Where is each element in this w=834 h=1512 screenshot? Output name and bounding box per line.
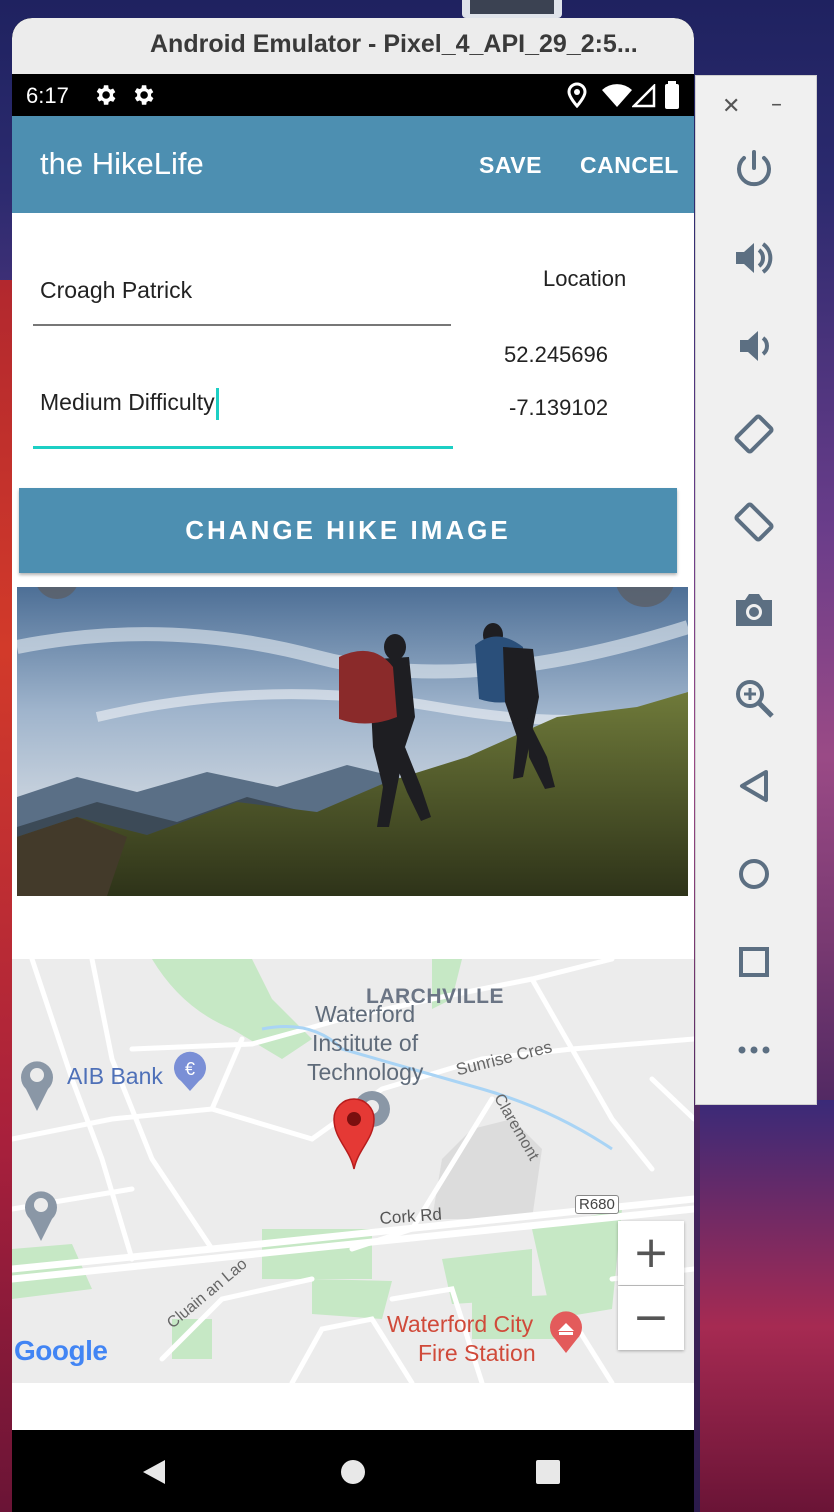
- map-label-fire-station-line1: Waterford City: [387, 1311, 534, 1337]
- signal-icon: [630, 82, 656, 113]
- zoom-icon[interactable]: [732, 676, 776, 720]
- nav-recents-icon[interactable]: [535, 1459, 561, 1490]
- overview-icon[interactable]: [732, 940, 776, 984]
- status-time: 6:17: [26, 83, 69, 108]
- save-button[interactable]: SAVE: [479, 152, 542, 179]
- settings-icon: [92, 82, 118, 113]
- map-label-r680: R680: [575, 1195, 619, 1214]
- change-hike-image-button[interactable]: CHANGE HIKE IMAGE: [19, 488, 677, 573]
- fire-station-icon: [549, 1309, 583, 1358]
- window-title: Android Emulator - Pixel_4_API_29_2:5...: [150, 30, 638, 58]
- map-label-fire-station-line2: Fire Station: [418, 1340, 536, 1366]
- close-icon[interactable]: ✕: [722, 94, 740, 119]
- volume-down-icon[interactable]: [732, 324, 776, 368]
- hike-description-field[interactable]: Medium Difficulty: [33, 388, 453, 450]
- settings-icon: [130, 82, 156, 113]
- volume-up-icon[interactable]: [732, 236, 776, 280]
- desktop-thumbnail: [462, 0, 562, 18]
- svg-text:€: €: [185, 1059, 195, 1079]
- hike-description-value: Medium Difficulty: [40, 389, 215, 416]
- battery-icon: [664, 81, 680, 114]
- map-zoom-in-button[interactable]: +: [618, 1221, 684, 1285]
- wifi-icon: [602, 84, 632, 113]
- camera-icon[interactable]: [732, 588, 776, 632]
- map-view[interactable]: LARCHVILLE Waterford Institute of Techno…: [12, 959, 694, 1383]
- location-icon: [566, 82, 588, 113]
- emulator-window: Android Emulator - Pixel_4_API_29_2:5...…: [12, 18, 694, 1512]
- emulator-side-toolbar: ✕ –: [695, 75, 817, 1105]
- longitude-value: -7.139102: [509, 395, 609, 420]
- google-logo: Google: [14, 1335, 108, 1366]
- rotate-right-icon[interactable]: [732, 500, 776, 544]
- minimize-icon[interactable]: –: [771, 92, 782, 117]
- hike-name-underline: [33, 324, 451, 326]
- map-label-aib-bank: AIB Bank: [67, 1063, 163, 1089]
- android-nav-bar: [12, 1430, 694, 1512]
- window-titlebar: Android Emulator - Pixel_4_API_29_2:5...: [12, 18, 694, 74]
- nav-home-icon[interactable]: [340, 1459, 366, 1490]
- euro-icon: €: [173, 1051, 207, 1096]
- power-icon[interactable]: [732, 148, 776, 192]
- more-options-icon[interactable]: [732, 1028, 776, 1072]
- cancel-button[interactable]: CANCEL: [580, 152, 679, 179]
- home-icon[interactable]: [732, 852, 776, 896]
- app-toolbar: the HikeLife SAVE CANCEL: [12, 116, 694, 213]
- map-label-institute-line2: Institute of: [312, 1030, 419, 1056]
- edit-hike-form: Croagh Patrick Medium Difficulty Locatio…: [12, 213, 694, 1430]
- map-place-pin-icon: [20, 1059, 54, 1116]
- hike-photo: [17, 587, 688, 896]
- nav-back-icon[interactable]: [141, 1458, 167, 1491]
- zoom-out-label: −: [632, 1292, 670, 1343]
- hike-name-field[interactable]: Croagh Patrick: [33, 273, 451, 326]
- map-marker-icon[interactable]: [332, 1097, 376, 1176]
- map-label-institute-line3: Technology: [307, 1059, 424, 1085]
- latitude-value: 52.245696: [504, 342, 608, 367]
- zoom-in-label: +: [632, 1227, 670, 1278]
- map-zoom-out-button[interactable]: −: [618, 1286, 684, 1350]
- desktop-wallpaper-right: [700, 1100, 834, 1512]
- location-label: Location: [543, 266, 627, 291]
- map-label-institute-line1: Waterford: [315, 1001, 416, 1027]
- app-title: the HikeLife: [40, 146, 204, 181]
- hike-name-value: Croagh Patrick: [40, 277, 193, 303]
- map-place-pin-icon: [24, 1189, 58, 1246]
- back-icon[interactable]: [732, 764, 776, 808]
- status-bar: 6:17: [12, 74, 694, 116]
- hike-description-underline: [33, 446, 453, 449]
- rotate-left-icon[interactable]: [732, 412, 776, 456]
- text-cursor: [215, 388, 219, 420]
